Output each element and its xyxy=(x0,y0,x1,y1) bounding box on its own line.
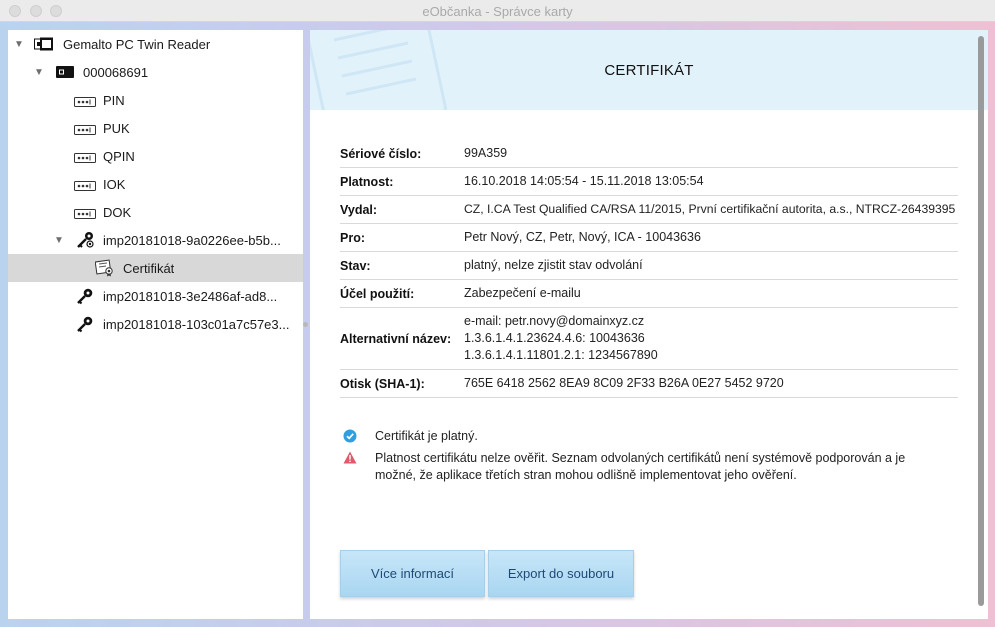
property-key: Alternativní název: xyxy=(340,331,452,346)
disclosure-expanded-icon[interactable]: ▼ xyxy=(14,39,24,50)
alt-name-line: 1.3.6.1.4.1.23624.4.6: 10043636 xyxy=(464,331,645,345)
more-info-button[interactable]: Více informací xyxy=(340,550,485,597)
card-tree: ▼ Gemalto PC Twin Reader ▼ 000068691 PIN… xyxy=(8,30,303,619)
tree-item-reader[interactable]: ▼ Gemalto PC Twin Reader xyxy=(8,30,303,58)
window-title: eObčanka - Správce karty xyxy=(422,4,573,19)
property-key: Sériové číslo: xyxy=(340,146,422,161)
tree-item-label: PIN xyxy=(103,92,125,108)
tree-item-label: IOK xyxy=(103,176,126,192)
property-value: 16.10.2018 14:05:54 - 15.11.2018 13:05:5… xyxy=(464,174,704,188)
property-value: Petr Nový, CZ, Petr, Nový, ICA - 1004363… xyxy=(464,230,701,244)
header-band: CERTIFIKÁT xyxy=(310,30,988,110)
tree-item-iok[interactable]: IOK xyxy=(8,170,303,198)
tree-item-key-2[interactable]: imp20181018-3e2486af-ad8... xyxy=(8,282,303,310)
property-row: Alternativní název: e-mail: petr.novy@do… xyxy=(340,308,958,370)
certificate-icon xyxy=(94,259,115,280)
app-window: eObčanka - Správce karty ▼ Gemalto PC Tw… xyxy=(0,0,995,627)
property-row: Platnost: 16.10.2018 14:05:54 - 15.11.20… xyxy=(340,168,958,196)
tree-item-label: PUK xyxy=(103,120,130,136)
tree-item-certificate[interactable]: Certifikát xyxy=(8,254,303,282)
tree-item-dok[interactable]: DOK xyxy=(8,198,303,226)
alt-name-line: e-mail: petr.novy@domainxyz.cz xyxy=(464,314,645,328)
certificate-properties-table: Sériové číslo: 99A359 Platnost: 16.10.20… xyxy=(340,140,958,398)
tree-item-label: DOK xyxy=(103,204,132,220)
property-value: e-mail: petr.novy@domainxyz.cz 1.3.6.1.4… xyxy=(464,313,958,364)
password-field-icon xyxy=(74,123,96,138)
key-icon xyxy=(76,316,94,336)
property-row: Stav: platný, nelze zjistit stav odvolán… xyxy=(340,252,958,280)
validation-status: Certifikát je platný. Platnost certifiká… xyxy=(340,428,940,489)
disclosure-expanded-icon[interactable]: ▼ xyxy=(34,67,44,78)
check-circle-icon xyxy=(343,429,357,448)
tree-item-key-3[interactable]: imp20181018-103c01a7c57e3... xyxy=(8,310,303,338)
status-text: Platnost certifikátu nelze ověřit. Sezna… xyxy=(375,451,906,482)
property-key: Vydal: xyxy=(340,202,378,217)
property-value: platný, nelze zjistit stav odvolání xyxy=(464,258,643,272)
password-field-icon xyxy=(74,207,96,222)
tree-item-label: imp20181018-3e2486af-ad8... xyxy=(103,288,278,304)
tree-item-label: Certifikát xyxy=(123,260,175,276)
property-row: Otisk (SHA-1): 765E 6418 2562 8EA9 8C09 … xyxy=(340,370,958,398)
property-row: Pro: Petr Nový, CZ, Petr, Nový, ICA - 10… xyxy=(340,224,958,252)
property-key: Platnost: xyxy=(340,174,394,189)
tree-item-label: 000068691 xyxy=(83,64,149,80)
property-row: Účel použití: Zabezpečení e-mailu xyxy=(340,280,958,308)
password-field-icon xyxy=(74,179,96,194)
vertical-scrollbar[interactable] xyxy=(978,36,984,606)
property-value: 99A359 xyxy=(464,146,508,160)
status-text: Certifikát je platný. xyxy=(375,429,478,443)
tree-item-puk[interactable]: PUK xyxy=(8,114,303,142)
disclosure-expanded-icon[interactable]: ▼ xyxy=(54,235,64,246)
property-row: Sériové číslo: 99A359 xyxy=(340,140,958,168)
property-key: Pro: xyxy=(340,230,365,245)
export-to-file-button[interactable]: Export do souboru xyxy=(488,550,634,597)
property-key: Účel použití: xyxy=(340,286,415,301)
tree-item-qpin[interactable]: QPIN xyxy=(8,142,303,170)
tree-item-pin[interactable]: PIN xyxy=(8,86,303,114)
warning-triangle-icon xyxy=(343,451,357,469)
property-value: 765E 6418 2562 8EA9 8C09 2F33 B26A 0E27 … xyxy=(464,376,784,390)
key-icon xyxy=(76,288,94,308)
property-key: Stav: xyxy=(340,258,371,273)
property-row: Vydal: CZ, I.CA Test Qualified CA/RSA 11… xyxy=(340,196,958,224)
password-field-icon xyxy=(74,95,96,110)
status-warning: Platnost certifikátu nelze ověřit. Sezna… xyxy=(340,450,940,484)
certificate-detail-panel: CERTIFIKÁT Sériové číslo: 99A359 Platnos… xyxy=(310,30,988,619)
tree-item-label: imp20181018-9a0226ee-b5b... xyxy=(103,232,281,248)
property-value: CZ, I.CA Test Qualified CA/RSA 11/2015, … xyxy=(464,202,956,216)
tree-item-label: QPIN xyxy=(103,148,135,164)
titlebar: eObčanka - Správce karty xyxy=(0,0,995,22)
card-reader-icon xyxy=(34,37,54,54)
tree-item-card[interactable]: ▼ 000068691 xyxy=(8,58,303,86)
page-title: CERTIFIKÁT xyxy=(604,62,694,79)
status-valid: Certifikát je platný. xyxy=(340,428,940,445)
property-key: Otisk (SHA-1): xyxy=(340,376,425,391)
key-with-certificate-icon xyxy=(76,231,96,252)
alt-name-line: 1.3.6.1.4.1.11801.2.1: 1234567890 xyxy=(464,348,658,362)
tree-item-key-1[interactable]: ▼ imp20181018-9a0226ee-b5b... xyxy=(8,226,303,254)
splitter-handle[interactable] xyxy=(303,322,308,327)
property-value: Zabezpečení e-mailu xyxy=(464,286,581,300)
smart-card-icon xyxy=(56,66,74,81)
tree-item-label: Gemalto PC Twin Reader xyxy=(63,36,211,52)
password-field-icon xyxy=(74,151,96,166)
tree-item-label: imp20181018-103c01a7c57e3... xyxy=(103,316,290,332)
